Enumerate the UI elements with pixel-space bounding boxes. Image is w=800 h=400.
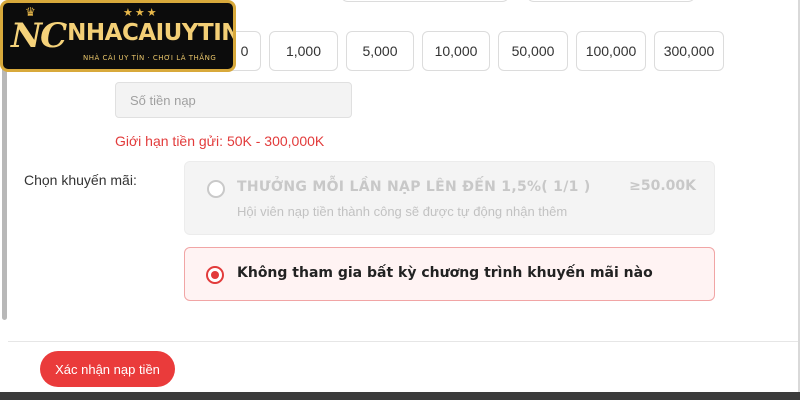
amount-option-100000[interactable]: 100,000 [576, 31, 646, 71]
bottom-bar [0, 392, 800, 400]
section-divider [8, 341, 798, 342]
amount-option-1000[interactable]: 1,000 [269, 31, 338, 71]
amount-option-10000[interactable]: 10,000 [422, 31, 490, 71]
amount-option-label: 5,000 [362, 43, 398, 59]
amount-option-50000[interactable]: 50,000 [498, 31, 568, 71]
amount-option-label: 100,000 [585, 43, 637, 59]
no-promotion-option-card[interactable]: Không tham gia bất kỳ chương trình khuyế… [184, 247, 715, 301]
amount-input[interactable] [115, 82, 352, 118]
logo-mark: NC [11, 16, 67, 56]
promotion-option-card: THƯỞNG MỖI LẦN NẠP LÊN ĐẾN 1,5%( 1/1 ) ≥… [184, 161, 715, 235]
top-tab-partial[interactable] [340, 0, 510, 2]
no-promotion-radio[interactable] [206, 266, 224, 284]
amount-options: 0 1,000 5,000 10,000 50,000 100,000 300,… [190, 31, 724, 71]
top-tab-partial[interactable] [526, 0, 696, 2]
crown-icon: ♛ [25, 5, 36, 19]
no-promotion-label: Không tham gia bất kỳ chương trình khuyế… [237, 265, 653, 281]
top-tabs [340, 0, 696, 2]
logo-tagline: NHÀ CÁI UY TÍN · CHƠI LÀ THẮNG [83, 54, 217, 62]
confirm-deposit-button[interactable]: Xác nhận nạp tiền [40, 351, 175, 387]
amount-option-label: 0 [240, 43, 249, 59]
brand-logo[interactable]: ♛ ★★★ NC NHACAIUYTIN NHÀ CÁI UY TÍN · CH… [0, 0, 236, 72]
promotion-description: Hội viên nạp tiền thành công sẽ được tự … [237, 204, 568, 219]
amount-option-label: 300,000 [663, 43, 715, 59]
promotion-label: Chọn khuyến mãi: [24, 172, 137, 188]
scrollbar-thumb[interactable] [2, 60, 7, 320]
amount-option-300000[interactable]: 300,000 [654, 31, 724, 71]
amount-option-label: 50,000 [511, 43, 555, 59]
amount-option-5000[interactable]: 5,000 [346, 31, 414, 71]
amount-option-label: 10,000 [434, 43, 478, 59]
stars-icon: ★★★ [123, 7, 159, 19]
promotion-min-amount: ≥50.00K [629, 178, 696, 194]
amount-option-label: 1,000 [285, 43, 322, 59]
logo-name: NHACAIUYTIN [67, 20, 236, 46]
deposit-limit-text: Giới hạn tiền gửi: 50K - 300,000K [115, 133, 325, 149]
promotion-radio [207, 180, 225, 198]
promotion-title: THƯỞNG MỖI LẦN NẠP LÊN ĐẾN 1,5%( 1/1 ) [237, 179, 591, 195]
